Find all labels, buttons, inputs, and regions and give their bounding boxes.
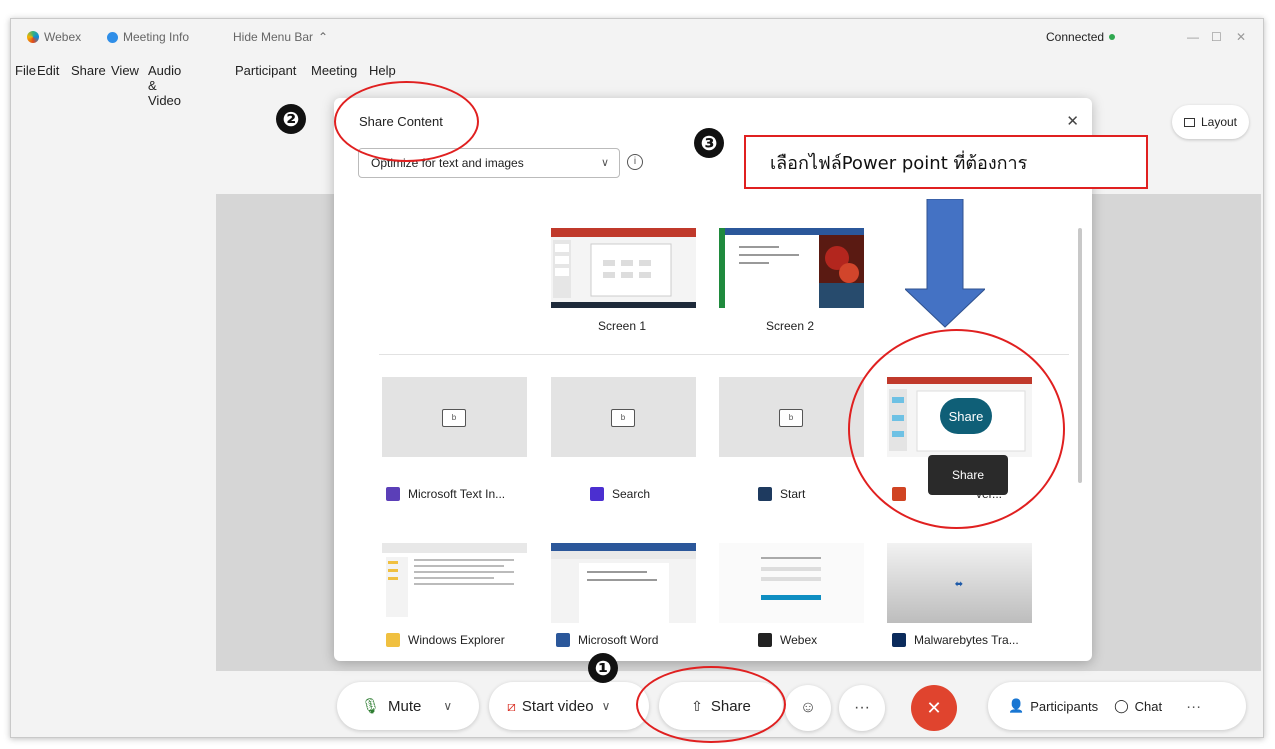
connected-dot-icon	[1109, 34, 1116, 40]
malwarebytes-thumbnail[interactable]: ⬌	[887, 543, 1032, 623]
menu-meeting[interactable]: Meeting	[311, 63, 357, 78]
title-bar: Webex Meeting Info Hide Menu Bar ⌃ Conne…	[11, 19, 1263, 55]
instruction-callout: เลือกไฟล์Power point ที่ต้องการ	[744, 135, 1148, 189]
menu-edit[interactable]: Edit	[37, 63, 59, 78]
info-icon[interactable]: i	[627, 154, 643, 170]
webex-app-label: Webex	[27, 30, 81, 44]
layout-button[interactable]: Layout	[1171, 105, 1249, 139]
word-preview	[551, 543, 696, 623]
smiley-icon: ☺	[799, 699, 817, 716]
video-control: ⧄ Start video ∨	[489, 682, 649, 730]
hide-menu-bar-button[interactable]: Hide Menu Bar ⌃	[233, 30, 328, 44]
end-meeting-button[interactable]: ✕	[911, 685, 957, 731]
explorer-preview	[382, 543, 527, 623]
webex-logo-icon	[27, 31, 39, 43]
app-label: Windows Explorer	[386, 633, 505, 647]
close-icon: ✕	[926, 697, 942, 718]
menu-file[interactable]: File	[15, 63, 36, 78]
app-label: Start	[758, 487, 805, 501]
menu-audio-video[interactable]: Audio & Video	[148, 63, 181, 108]
menu-help[interactable]: Help	[369, 63, 396, 78]
panels-control: 👤 Participants ◯ Chat ···	[988, 682, 1246, 730]
app-thumbnail[interactable]: b	[382, 377, 527, 457]
step-2-marker: ❷	[276, 104, 306, 134]
screen-1-thumbnail[interactable]	[551, 228, 696, 308]
app-thumbnail[interactable]: b	[719, 377, 864, 457]
shield-icon	[107, 31, 118, 43]
annotation-ellipse-powerpoint	[848, 329, 1065, 529]
menu-share[interactable]: Share	[71, 63, 106, 78]
participants-button[interactable]: 👤 Participants	[1008, 698, 1098, 714]
window-placeholder-icon: b	[611, 409, 635, 427]
search-app-icon	[590, 487, 604, 501]
panel-more-icon[interactable]: ···	[1186, 698, 1201, 715]
screen-1-preview	[551, 228, 696, 308]
down-arrow-icon	[905, 199, 985, 328]
connection-status: Connected	[1046, 30, 1116, 44]
app-thumbnail[interactable]: b	[551, 377, 696, 457]
webex-thumbnail[interactable]	[719, 543, 864, 623]
word-app-icon	[556, 633, 570, 647]
text-input-app-icon	[386, 487, 400, 501]
screen-2-thumbnail[interactable]	[719, 228, 864, 308]
video-off-icon: ⧄	[507, 697, 516, 714]
scrollbar[interactable]	[1078, 228, 1082, 483]
participants-icon: 👤	[1008, 698, 1025, 713]
more-options-button[interactable]: ···	[839, 685, 885, 731]
chevron-up-icon: ⌃	[318, 30, 329, 44]
menu-participant[interactable]: Participant	[235, 63, 296, 78]
window-placeholder-icon: b	[779, 409, 803, 427]
meeting-info-button[interactable]: Meeting Info	[107, 30, 189, 44]
window-placeholder-icon: b	[442, 409, 466, 427]
app-label: Microsoft Text In...	[386, 487, 505, 501]
word-thumbnail[interactable]	[551, 543, 696, 623]
annotation-ellipse-share-button	[636, 666, 786, 743]
app-label: Webex	[758, 633, 817, 647]
mute-button[interactable]: 🎙 Mute	[361, 697, 421, 716]
explorer-app-icon	[386, 633, 400, 647]
malwarebytes-app-icon	[892, 633, 906, 647]
annotation-ellipse-share-content	[334, 81, 479, 162]
explorer-thumbnail[interactable]	[382, 543, 527, 623]
step-3-marker: ❸	[694, 128, 724, 158]
webex-preview	[719, 543, 864, 623]
mute-control: 🎙 Mute ∨	[337, 682, 479, 730]
malwarebytes-preview: ⬌	[887, 543, 1032, 623]
screen-2-label: Screen 2	[766, 319, 815, 333]
chat-bubble-icon: ◯	[1114, 698, 1129, 713]
layout-icon	[1183, 117, 1195, 127]
mute-options-chevron-icon[interactable]: ∨	[443, 699, 452, 713]
microphone-icon: 🎙	[361, 698, 381, 715]
maximize-button[interactable]: ☐	[1211, 30, 1222, 44]
screen-1-label: Screen 1	[598, 319, 647, 333]
reactions-button[interactable]: ☺	[785, 685, 831, 731]
close-window-button[interactable]: ✕	[1236, 30, 1246, 44]
app-label: Malwarebytes Tra...	[892, 633, 1019, 647]
start-app-icon	[758, 487, 772, 501]
chat-button[interactable]: ◯ Chat	[1114, 698, 1162, 714]
ellipsis-icon: ···	[854, 699, 870, 716]
webex-app-icon	[758, 633, 772, 647]
app-label: Microsoft Word	[556, 633, 658, 647]
close-icon[interactable]: ✕	[1066, 112, 1079, 130]
screen-2-preview	[719, 228, 864, 308]
webex-window: Webex Meeting Info Hide Menu Bar ⌃ Conne…	[10, 18, 1264, 738]
menu-view[interactable]: View	[111, 63, 139, 78]
svg-text:⬌: ⬌	[955, 579, 963, 590]
video-options-chevron-icon[interactable]: ∨	[602, 699, 611, 713]
chevron-down-icon: ∨	[600, 157, 609, 169]
start-video-button[interactable]: ⧄ Start video	[507, 698, 594, 715]
step-1-marker: ❶	[588, 653, 618, 683]
app-label: Search	[590, 487, 650, 501]
minimize-button[interactable]: —	[1187, 30, 1199, 44]
